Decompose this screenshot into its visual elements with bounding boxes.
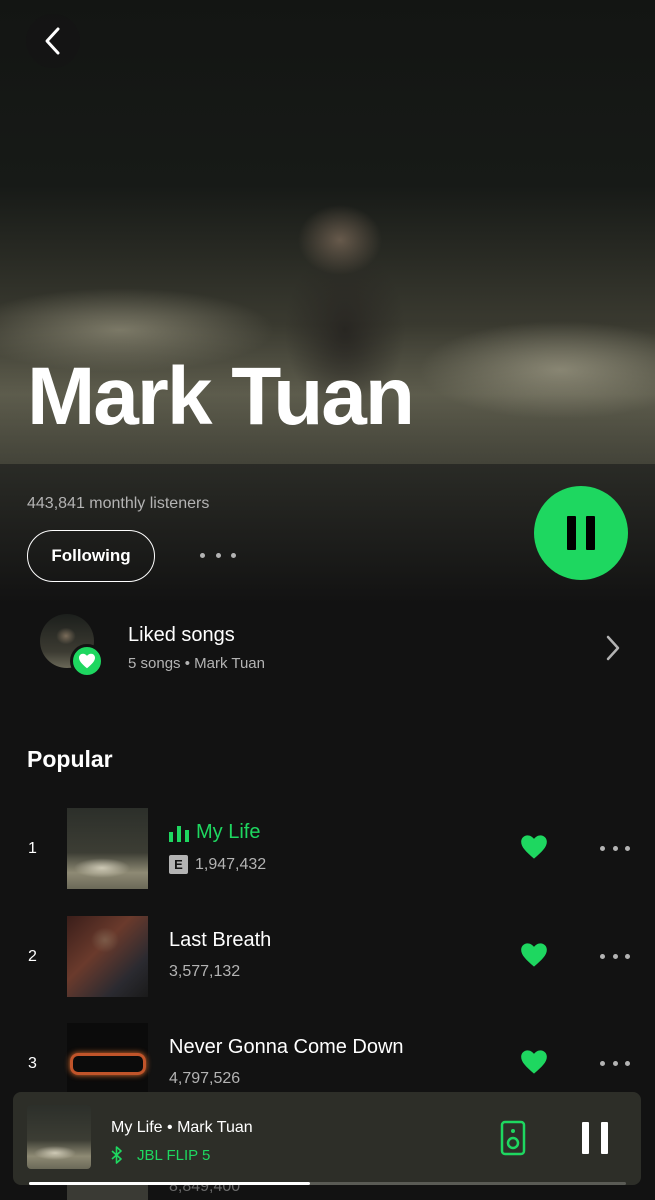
track-title: My Life	[196, 821, 261, 843]
play-pause-button[interactable]	[534, 486, 628, 580]
track-plays: 4,797,526	[169, 1070, 241, 1087]
track-row[interactable]: 2 Last Breath 3,577,132	[0, 916, 655, 998]
track-title: Last Breath	[169, 929, 272, 951]
artist-more-options-button[interactable]	[200, 547, 236, 563]
playback-progress-fill	[29, 1182, 310, 1185]
speaker-icon[interactable]	[500, 1120, 526, 1161]
heart-icon[interactable]	[520, 1049, 548, 1080]
liked-songs-row[interactable]: Liked songs 5 songs • Mark Tuan	[0, 610, 655, 690]
back-button[interactable]	[26, 14, 80, 68]
chevron-left-icon	[45, 27, 60, 55]
bluetooth-icon	[111, 1146, 122, 1164]
liked-heart-badge	[70, 644, 104, 678]
following-button[interactable]: Following	[27, 530, 155, 582]
dot	[231, 552, 236, 558]
device-name: JBL FLIP 5	[137, 1146, 211, 1164]
track-rank: 2	[28, 948, 37, 965]
track-rank: 3	[28, 1055, 37, 1072]
artist-name: Mark Tuan	[27, 351, 415, 442]
track-title: Never Gonna Come Down	[169, 1036, 404, 1058]
now-playing-cover	[27, 1105, 91, 1169]
pause-icon	[582, 1122, 589, 1154]
now-playing-device: JBL FLIP 5	[111, 1146, 210, 1164]
chevron-right-icon	[604, 634, 622, 667]
track-plays: 3,577,132	[169, 963, 241, 980]
liked-songs-title: Liked songs	[128, 624, 235, 646]
now-playing-title: My Life • Mark Tuan	[111, 1119, 253, 1136]
heart-icon[interactable]	[520, 942, 548, 973]
pause-icon-bar	[601, 1122, 608, 1154]
dot	[215, 552, 221, 558]
liked-songs-subtitle: 5 songs • Mark Tuan	[128, 655, 265, 672]
now-playing-bar[interactable]: My Life • Mark Tuan JBL FLIP 5	[13, 1092, 641, 1185]
track-meta: 4,797,526	[169, 1070, 240, 1088]
mini-pause-button[interactable]	[582, 1122, 608, 1154]
pause-icon-bar	[586, 516, 595, 550]
track-plays: 1,947,432	[195, 855, 267, 873]
popular-heading: Popular	[27, 746, 113, 772]
explicit-badge: E	[169, 855, 188, 874]
playback-progress	[29, 1182, 626, 1185]
track-rank: 1	[28, 840, 37, 857]
track-meta: E 1,947,432	[169, 855, 266, 874]
track-cover	[67, 916, 148, 997]
track-more-button[interactable]	[600, 1061, 630, 1067]
track-more-button[interactable]	[600, 954, 630, 960]
dot	[200, 552, 205, 558]
track-row[interactable]: 1 My Life E 1,947,432	[0, 808, 655, 890]
equalizer-icon	[169, 826, 189, 842]
heart-icon	[79, 653, 95, 669]
track-cover	[67, 808, 148, 889]
track-more-button[interactable]	[600, 846, 630, 852]
monthly-listeners: 443,841 monthly listeners	[27, 495, 210, 512]
heart-icon[interactable]	[520, 834, 548, 865]
pause-icon	[567, 516, 576, 550]
track-meta: 3,577,132	[169, 963, 240, 981]
